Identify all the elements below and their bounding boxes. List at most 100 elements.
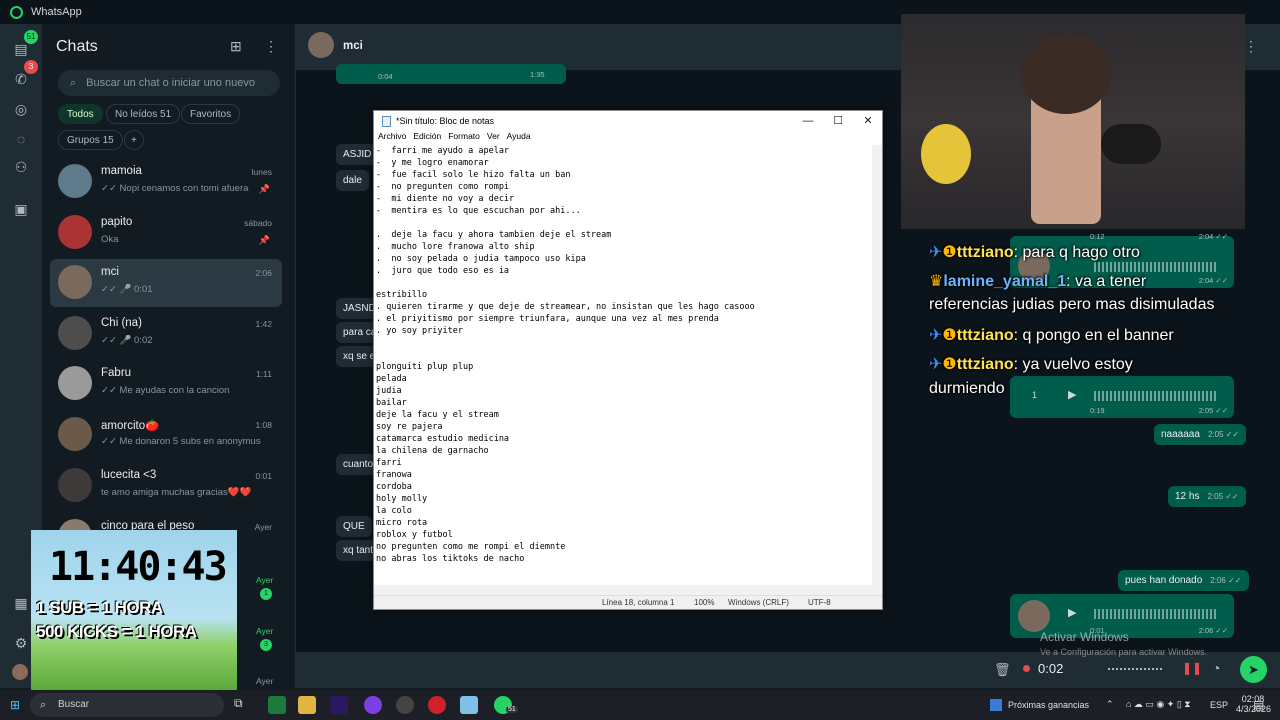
unread-badge: 3 <box>260 639 272 651</box>
vertical-scrollbar[interactable] <box>872 145 882 585</box>
menu-ver[interactable]: Ver <box>487 131 500 145</box>
chat-name: lucecita <3 <box>101 469 157 481</box>
filter-unread[interactable]: No leídos 51 <box>106 104 181 124</box>
status-icon[interactable]: ◎ <box>12 100 30 118</box>
chat-name: mamoia <box>101 165 142 177</box>
message-bubble[interactable]: pues han donado 2:06 ✓✓ <box>1118 570 1249 591</box>
filter-todos[interactable]: Todos <box>58 104 103 124</box>
media-icon[interactable]: ▦ <box>12 594 30 612</box>
message-time: 0:04 <box>378 72 393 81</box>
search-input[interactable] <box>86 77 267 89</box>
maximize-icon[interactable]: ☐ <box>824 113 852 129</box>
communities-icon[interactable]: ⚇ <box>12 158 30 176</box>
message-time: 2:06 ✓✓ <box>1210 576 1242 585</box>
add-filter-button[interactable]: + <box>124 130 144 150</box>
message-text: pues han donado <box>1125 575 1203 586</box>
search-box[interactable]: ⌕ <box>58 70 280 96</box>
menu-archivo[interactable]: Archivo <box>378 131 406 145</box>
notepad-taskbar-icon[interactable] <box>460 696 478 714</box>
message-bubble[interactable]: 12 hs 2:05 ✓✓ <box>1168 486 1246 507</box>
pause-icon[interactable]: ❚❚ <box>1182 661 1202 675</box>
stream-chat-user: tttziano <box>956 327 1014 344</box>
notepad-text-area[interactable]: - farri me ayudo a apelar - y me logro e… <box>376 145 870 585</box>
voice-duration: 0:12 <box>1090 232 1105 241</box>
avatar <box>58 417 92 451</box>
opera-icon[interactable] <box>428 696 446 714</box>
horizontal-scrollbar[interactable] <box>374 585 882 595</box>
stream-chat-msg: : va a tener <box>1066 273 1147 290</box>
task-view-icon[interactable]: ⧉ <box>234 696 252 714</box>
play-icon[interactable]: ▶ <box>1068 388 1076 401</box>
filter-favorites[interactable]: Favoritos <box>181 104 241 124</box>
settings-icon[interactable]: ⚙ <box>12 634 30 652</box>
composer-bar: 🗑 0:02 ❚❚ ◔ ➤ <box>296 652 1280 688</box>
chat-item-mci[interactable]: mci 2:06 ✓✓ 🎤 0:01 <box>50 259 282 307</box>
chat-item-fabru[interactable]: Fabru 1:11 ✓✓ Me ayudas con la cancion <box>50 360 282 408</box>
trash-icon[interactable]: 🗑 <box>994 662 1011 678</box>
menu-formato[interactable]: Formato <box>448 131 480 145</box>
conversation-menu-icon[interactable]: ⋮ <box>1244 38 1258 55</box>
archive-icon[interactable]: ▣ <box>12 200 30 218</box>
contact-name[interactable]: mci <box>343 40 363 52</box>
start-icon[interactable]: ⊞ <box>10 698 20 712</box>
chat-preview: ✓✓ 🎤 0:01 <box>101 284 153 295</box>
voice-message[interactable]: 0:04 1:35 <box>336 64 566 84</box>
avatar <box>58 265 92 299</box>
chat-item-mamoia[interactable]: mamoia lunes ✓✓ Nopi cenamos con tomi af… <box>50 158 282 206</box>
chat-name: mci <box>101 266 119 278</box>
tray-overflow-icon[interactable]: ⌃ <box>1106 699 1114 710</box>
menu-edicion[interactable]: Edición <box>413 131 441 145</box>
filter-groups[interactable]: Grupos 15 <box>58 130 123 150</box>
taskbar-search[interactable]: ⌕ Buscar <box>30 693 224 717</box>
cursor-position: Línea 18, columna 1 <box>602 598 675 607</box>
chat-item-chi[interactable]: Chi (na) 1:42 ✓✓ 🎤 0:02 <box>50 310 282 358</box>
minimize-icon[interactable]: — <box>794 113 822 129</box>
chat-preview: ✓✓ Me ayudas con la cancion <box>101 385 230 396</box>
playback-speed-button[interactable]: 1 <box>1032 390 1037 400</box>
profile-avatar[interactable] <box>12 664 28 680</box>
view-once-icon[interactable]: ◔ <box>1212 660 1220 676</box>
message-bubble[interactable]: naaaaaa 2:05 ✓✓ <box>1154 424 1247 445</box>
chat-preview: ✓✓ Me donaron 5 subs en anonymus <box>101 436 261 447</box>
app-icon[interactable] <box>268 696 286 714</box>
message-bubble[interactable]: ASJID <box>336 144 379 165</box>
contact-avatar[interactable] <box>308 32 334 58</box>
chat-time: Ayer <box>254 522 272 532</box>
file-explorer-icon[interactable] <box>298 696 316 714</box>
chat-preview: te amo amiga muchas gracias❤️❤️ <box>101 487 252 498</box>
close-icon[interactable]: ✕ <box>854 113 882 129</box>
chat-time: 1:08 <box>255 420 272 430</box>
chat-item-papito[interactable]: papito sábado Oka 📌 <box>50 209 282 257</box>
sender-avatar <box>1018 600 1050 632</box>
message-bubble[interactable]: dale <box>336 170 369 191</box>
chat-time: Ayer <box>256 626 274 636</box>
windows-taskbar: ⊞ ⌕ Buscar ⧉ 51 Próximas ganancias ⌃ ⌂ ☁… <box>0 690 1280 720</box>
chat-item-lucecita[interactable]: lucecita <3 0:01 te amo amiga muchas gra… <box>50 462 282 510</box>
chat-time: 1:42 <box>255 319 272 329</box>
discord-icon[interactable] <box>364 696 382 714</box>
notifications-icon[interactable]: ▤ <box>1253 698 1264 712</box>
avatar <box>58 366 92 400</box>
message-bubble[interactable]: QUE <box>336 516 372 537</box>
waveform[interactable] <box>1094 609 1218 619</box>
waveform[interactable] <box>1094 391 1218 401</box>
obs-icon[interactable] <box>396 696 414 714</box>
play-icon[interactable]: ▶ <box>1068 606 1076 619</box>
notepad-titlebar[interactable]: *Sin título: Bloc de notas — ☐ ✕ <box>374 111 882 131</box>
tray-icons[interactable]: ⌂ ☁ ▭ ◉ ✦ ▯ ⧗ <box>1126 699 1191 710</box>
pin-icon: 📌 <box>258 235 270 245</box>
chat-name: papito <box>101 216 133 228</box>
news-widget[interactable]: Próximas ganancias <box>1008 700 1089 710</box>
menu-icon[interactable]: ⋮ <box>264 38 278 55</box>
menu-ayuda[interactable]: Ayuda <box>507 131 531 145</box>
language-indicator[interactable]: ESP <box>1210 700 1228 710</box>
voice-message[interactable]: 1 ▶ 0:19 2:05 ✓✓ <box>1010 376 1234 418</box>
channels-icon[interactable]: ◌ <box>12 130 30 148</box>
premiere-icon[interactable] <box>330 696 348 714</box>
webcam-overlay <box>901 14 1245 229</box>
chat-item-amorcito[interactable]: amorcito🍅 1:08 ✓✓ Me donaron 5 subs en a… <box>50 411 282 459</box>
send-button[interactable]: ➤ <box>1240 656 1267 683</box>
news-icon[interactable] <box>990 699 1002 711</box>
new-chat-icon[interactable]: ⊞ <box>230 38 242 55</box>
notepad-window[interactable]: *Sin título: Bloc de notas — ☐ ✕ Archivo… <box>373 110 883 610</box>
